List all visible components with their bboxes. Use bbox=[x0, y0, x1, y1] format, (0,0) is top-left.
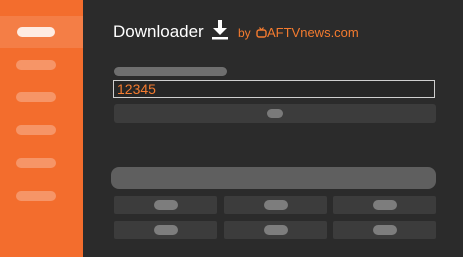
sidebar bbox=[0, 0, 83, 257]
brand-name: AFTVnews.com bbox=[267, 25, 359, 40]
keyboard-key[interactable] bbox=[333, 221, 436, 239]
brand-logo: AFTVnews.com bbox=[256, 25, 359, 40]
key-label-placeholder bbox=[154, 200, 178, 210]
go-button-label-placeholder bbox=[267, 109, 283, 118]
downloader-app: Downloader by AFTVnews.com bbox=[0, 0, 463, 257]
input-label-placeholder bbox=[114, 67, 227, 76]
key-label-placeholder bbox=[264, 200, 288, 210]
key-label-placeholder bbox=[154, 225, 178, 235]
keyboard-key[interactable] bbox=[114, 196, 217, 214]
app-title: Downloader bbox=[113, 22, 204, 41]
download-icon bbox=[212, 20, 228, 40]
keyboard-key[interactable] bbox=[114, 221, 217, 239]
url-code-input[interactable] bbox=[113, 80, 435, 98]
sidebar-item-5[interactable] bbox=[16, 158, 56, 168]
sidebar-item-2[interactable] bbox=[16, 60, 56, 70]
key-label-placeholder bbox=[373, 225, 397, 235]
wide-keyboard-bar[interactable] bbox=[111, 167, 436, 189]
go-button[interactable] bbox=[114, 104, 436, 123]
key-label-placeholder bbox=[264, 225, 288, 235]
by-label: by bbox=[238, 26, 251, 40]
sidebar-item-1[interactable] bbox=[17, 27, 55, 37]
sidebar-item-4[interactable] bbox=[16, 125, 56, 135]
tv-icon bbox=[256, 27, 267, 38]
sidebar-item-3[interactable] bbox=[16, 92, 56, 102]
keyboard-key[interactable] bbox=[224, 221, 327, 239]
keyboard-key[interactable] bbox=[333, 196, 436, 214]
sidebar-item-6[interactable] bbox=[16, 191, 56, 201]
key-label-placeholder bbox=[373, 200, 397, 210]
keyboard-key[interactable] bbox=[224, 196, 327, 214]
